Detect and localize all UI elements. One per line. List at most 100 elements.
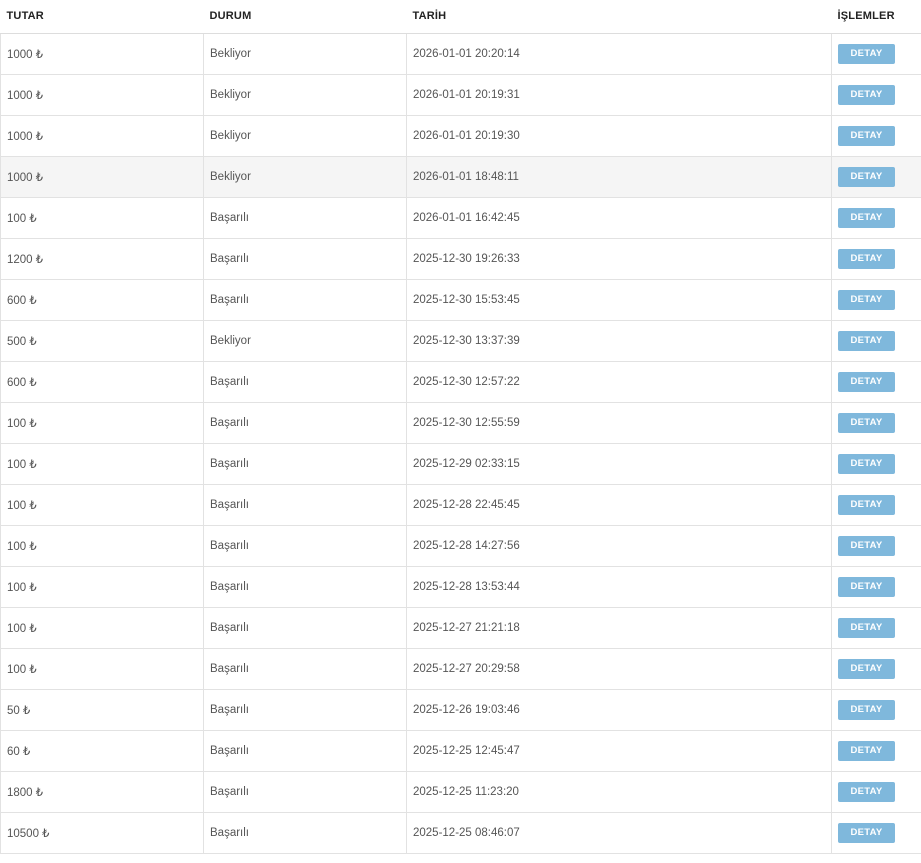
cell-date: 2025-12-29 02:33:15	[406, 443, 832, 485]
detail-button[interactable]: DETAY	[838, 330, 895, 351]
transactions-table: TUTAR DURUM TARİH İŞLEMLER 1000 ₺ Bekliyo…	[0, 0, 921, 854]
table-row: 500 ₺ Bekliyor 2025-12-30 13:37:39 DETAY	[0, 320, 921, 362]
cell-amount: 100 ₺	[0, 443, 204, 485]
detail-button[interactable]: DETAY	[838, 781, 895, 802]
cell-amount: 100 ₺	[0, 197, 204, 239]
cell-status: Bekliyor	[203, 33, 407, 75]
table-row: 100 ₺ Başarılı 2025-12-27 21:21:18 DETAY	[0, 607, 921, 649]
cell-date: 2026-01-01 20:19:31	[406, 74, 832, 116]
detail-button[interactable]: DETAY	[838, 535, 895, 556]
cell-amount: 100 ₺	[0, 402, 204, 444]
cell-actions: DETAY	[831, 74, 921, 116]
cell-actions: DETAY	[831, 197, 921, 239]
detail-button[interactable]: DETAY	[838, 84, 895, 105]
table-row: 1800 ₺ Başarılı 2025-12-25 11:23:20 DETAY	[0, 771, 921, 813]
detail-button[interactable]: DETAY	[838, 699, 895, 720]
cell-date: 2026-01-01 16:42:45	[406, 197, 832, 239]
table-row: 600 ₺ Başarılı 2025-12-30 12:57:22 DETAY	[0, 361, 921, 403]
cell-status: Başarılı	[203, 689, 407, 731]
cell-actions: DETAY	[831, 525, 921, 567]
cell-status: Başarılı	[203, 443, 407, 485]
detail-button[interactable]: DETAY	[838, 412, 895, 433]
detail-button[interactable]: DETAY	[838, 453, 895, 474]
detail-button[interactable]: DETAY	[838, 248, 895, 269]
detail-button[interactable]: DETAY	[838, 207, 895, 228]
detail-button[interactable]: DETAY	[838, 617, 895, 638]
cell-amount: 100 ₺	[0, 566, 204, 608]
cell-amount: 1000 ₺	[0, 33, 204, 75]
cell-status: Başarılı	[203, 238, 407, 280]
cell-date: 2025-12-27 21:21:18	[406, 607, 832, 649]
cell-status: Başarılı	[203, 279, 407, 321]
detail-button[interactable]: DETAY	[838, 289, 895, 310]
cell-actions: DETAY	[831, 484, 921, 526]
cell-date: 2025-12-25 08:46:07	[406, 812, 832, 854]
table-row: 1200 ₺ Başarılı 2025-12-30 19:26:33 DETAY	[0, 238, 921, 280]
cell-date: 2026-01-01 20:19:30	[406, 115, 832, 157]
table-row: 100 ₺ Başarılı 2026-01-01 16:42:45 DETAY	[0, 197, 921, 239]
cell-status: Başarılı	[203, 812, 407, 854]
table-header: TUTAR DURUM TARİH İŞLEMLER	[0, 0, 921, 34]
cell-status: Başarılı	[203, 361, 407, 403]
cell-amount: 500 ₺	[0, 320, 204, 362]
cell-date: 2025-12-30 12:55:59	[406, 402, 832, 444]
cell-date: 2025-12-30 13:37:39	[406, 320, 832, 362]
header-status: DURUM	[203, 0, 407, 34]
cell-amount: 1000 ₺	[0, 115, 204, 157]
table-body: 1000 ₺ Bekliyor 2026-01-01 20:20:14 DETAY 10…	[0, 33, 921, 854]
detail-button[interactable]: DETAY	[838, 166, 895, 187]
detail-button[interactable]: DETAY	[838, 576, 895, 597]
table-row: 100 ₺ Başarılı 2025-12-28 14:27:56 DETAY	[0, 525, 921, 567]
cell-amount: 10500 ₺	[0, 812, 204, 854]
cell-actions: DETAY	[831, 771, 921, 813]
table-row: 100 ₺ Başarılı 2025-12-30 12:55:59 DETAY	[0, 402, 921, 444]
cell-amount: 60 ₺	[0, 730, 204, 772]
detail-button[interactable]: DETAY	[838, 822, 895, 843]
header-amount: TUTAR	[0, 0, 204, 34]
detail-button[interactable]: DETAY	[838, 658, 895, 679]
cell-amount: 50 ₺	[0, 689, 204, 731]
cell-date: 2025-12-30 15:53:45	[406, 279, 832, 321]
table-row: 1000 ₺ Bekliyor 2026-01-01 20:20:14 DETAY	[0, 33, 921, 75]
cell-status: Bekliyor	[203, 320, 407, 362]
cell-actions: DETAY	[831, 238, 921, 280]
cell-actions: DETAY	[831, 115, 921, 157]
table-row: 1000 ₺ Bekliyor 2026-01-01 18:48:11 DETAY	[0, 156, 921, 198]
header-row: TUTAR DURUM TARİH İŞLEMLER	[0, 0, 921, 34]
cell-date: 2025-12-28 13:53:44	[406, 566, 832, 608]
cell-actions: DETAY	[831, 320, 921, 362]
cell-actions: DETAY	[831, 566, 921, 608]
cell-date: 2026-01-01 20:20:14	[406, 33, 832, 75]
cell-actions: DETAY	[831, 812, 921, 854]
cell-status: Başarılı	[203, 566, 407, 608]
detail-button[interactable]: DETAY	[838, 371, 895, 392]
cell-actions: DETAY	[831, 443, 921, 485]
table-row: 10500 ₺ Başarılı 2025-12-25 08:46:07 DETAY	[0, 812, 921, 854]
table-row: 100 ₺ Başarılı 2025-12-28 13:53:44 DETAY	[0, 566, 921, 608]
cell-status: Bekliyor	[203, 115, 407, 157]
table-row: 60 ₺ Başarılı 2025-12-25 12:45:47 DETAY	[0, 730, 921, 772]
detail-button[interactable]: DETAY	[838, 43, 895, 64]
cell-date: 2025-12-27 20:29:58	[406, 648, 832, 690]
cell-amount: 100 ₺	[0, 525, 204, 567]
detail-button[interactable]: DETAY	[838, 740, 895, 761]
cell-status: Başarılı	[203, 402, 407, 444]
cell-actions: DETAY	[831, 607, 921, 649]
cell-amount: 1800 ₺	[0, 771, 204, 813]
cell-date: 2025-12-28 22:45:45	[406, 484, 832, 526]
cell-actions: DETAY	[831, 648, 921, 690]
detail-button[interactable]: DETAY	[838, 494, 895, 515]
table-row: 600 ₺ Başarılı 2025-12-30 15:53:45 DETAY	[0, 279, 921, 321]
header-actions: İŞLEMLER	[831, 0, 921, 34]
cell-actions: DETAY	[831, 33, 921, 75]
cell-status: Başarılı	[203, 771, 407, 813]
cell-actions: DETAY	[831, 361, 921, 403]
detail-button[interactable]: DETAY	[838, 125, 895, 146]
cell-amount: 1000 ₺	[0, 156, 204, 198]
cell-status: Başarılı	[203, 607, 407, 649]
cell-status: Başarılı	[203, 648, 407, 690]
table-row: 1000 ₺ Bekliyor 2026-01-01 20:19:30 DETAY	[0, 115, 921, 157]
cell-status: Başarılı	[203, 525, 407, 567]
table-row: 100 ₺ Başarılı 2025-12-29 02:33:15 DETAY	[0, 443, 921, 485]
cell-date: 2025-12-30 12:57:22	[406, 361, 832, 403]
